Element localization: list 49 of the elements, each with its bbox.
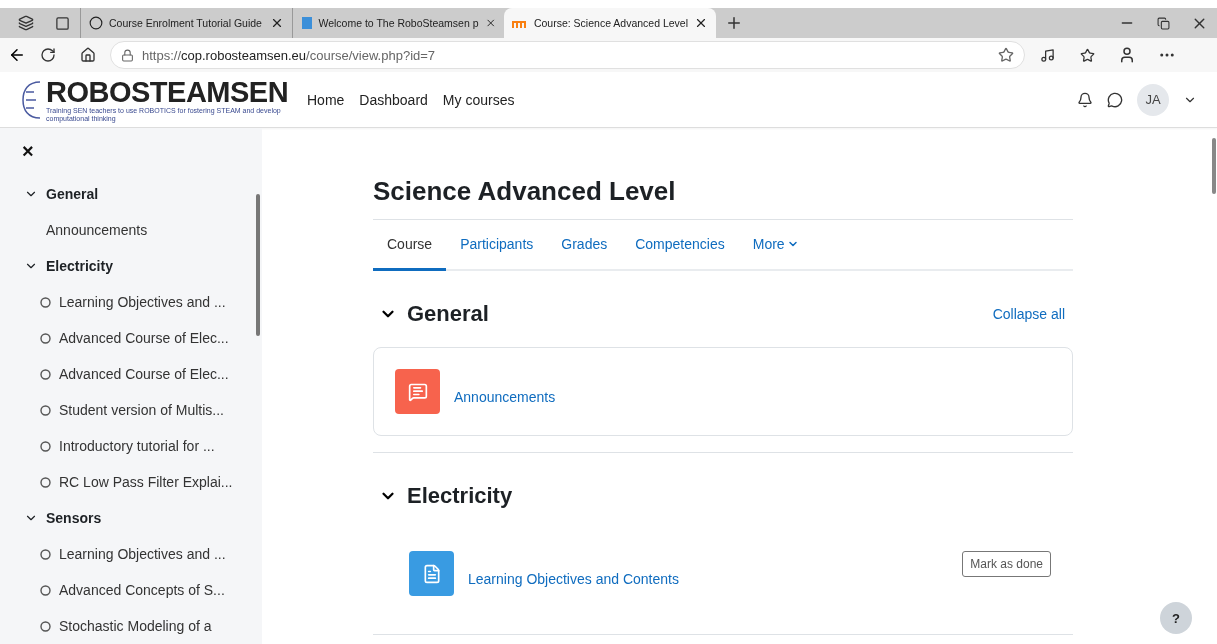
close-button[interactable]: × bbox=[22, 142, 40, 160]
browser-tab[interactable]: Course: Science Advanced Level bbox=[504, 8, 716, 38]
favorite-star-icon[interactable] bbox=[998, 47, 1014, 63]
course-tab[interactable]: Competencies bbox=[621, 220, 739, 271]
nav-link[interactable]: Dashboard bbox=[359, 91, 428, 108]
course-tab[interactable]: Grades bbox=[547, 220, 622, 271]
section-title: Electricity bbox=[407, 483, 513, 509]
course-tab[interactable]: Participants bbox=[446, 220, 548, 271]
notification-bell-icon[interactable] bbox=[1077, 91, 1093, 108]
user-avatar[interactable]: JA bbox=[1137, 83, 1169, 116]
collapse-all-link[interactable]: Collapse all bbox=[992, 306, 1065, 322]
message-icon[interactable] bbox=[1107, 91, 1123, 108]
nav-link[interactable]: My courses bbox=[442, 91, 515, 108]
index-item[interactable]: Student version of Multis... bbox=[0, 392, 262, 428]
course-tab[interactable]: Course bbox=[373, 220, 447, 271]
index-item[interactable]: Stochastic Modeling of a bbox=[0, 608, 262, 644]
lock-icon bbox=[121, 48, 134, 62]
url-text: https://cop.robosteamsen.eu/course/view.php?id=7 bbox=[142, 47, 436, 63]
close-icon[interactable] bbox=[270, 16, 284, 30]
logo-wordmark: ROBOSTEAMSEN bbox=[46, 76, 289, 107]
section-title[interactable]: Electricity bbox=[46, 258, 113, 274]
course-title: Science Advanced Level bbox=[373, 176, 1073, 220]
index-item[interactable]: Learning Objectives and ... bbox=[0, 284, 262, 320]
forum-icon[interactable] bbox=[395, 369, 440, 414]
index-item[interactable]: Introductory tutorial for ... bbox=[0, 428, 262, 464]
index-item[interactable]: Advanced Concepts of S... bbox=[0, 572, 262, 608]
index-item[interactable]: Advanced Course of Elec... bbox=[0, 356, 262, 392]
activity-link[interactable]: Learning Objectives and Contents bbox=[468, 570, 679, 587]
index-section[interactable]: Sensors bbox=[0, 500, 262, 536]
address-bar[interactable]: https://cop.robosteamsen.eu/course/view.php?id=7 bbox=[110, 41, 1025, 69]
index-section[interactable]: General bbox=[0, 176, 262, 212]
document-icon[interactable] bbox=[409, 551, 454, 596]
index-section[interactable]: Electricity bbox=[0, 248, 262, 284]
index-item[interactable]: Learning Objectives and ... bbox=[0, 536, 262, 572]
course-tab[interactable]: More bbox=[738, 220, 813, 271]
mark-as-done-button[interactable]: Mark as done bbox=[962, 550, 1051, 577]
scrollbar-thumb[interactable] bbox=[256, 194, 260, 336]
index-item[interactable]: Advanced Course of Elec... bbox=[0, 320, 262, 356]
back-icon[interactable] bbox=[8, 46, 26, 64]
close-icon[interactable] bbox=[694, 16, 708, 30]
help-button[interactable]: ? bbox=[1160, 602, 1192, 634]
section-title: General bbox=[407, 301, 489, 327]
section-title[interactable]: General bbox=[46, 186, 99, 202]
activity-link[interactable]: Announcements bbox=[454, 388, 556, 405]
nav-link[interactable]: Home bbox=[307, 91, 345, 108]
index-item[interactable]: Announcements bbox=[0, 212, 262, 248]
section-title[interactable]: Sensors bbox=[46, 510, 102, 526]
index-item[interactable]: RC Low Pass Filter Explai... bbox=[0, 464, 262, 500]
scrollbar-thumb[interactable] bbox=[1212, 138, 1216, 194]
